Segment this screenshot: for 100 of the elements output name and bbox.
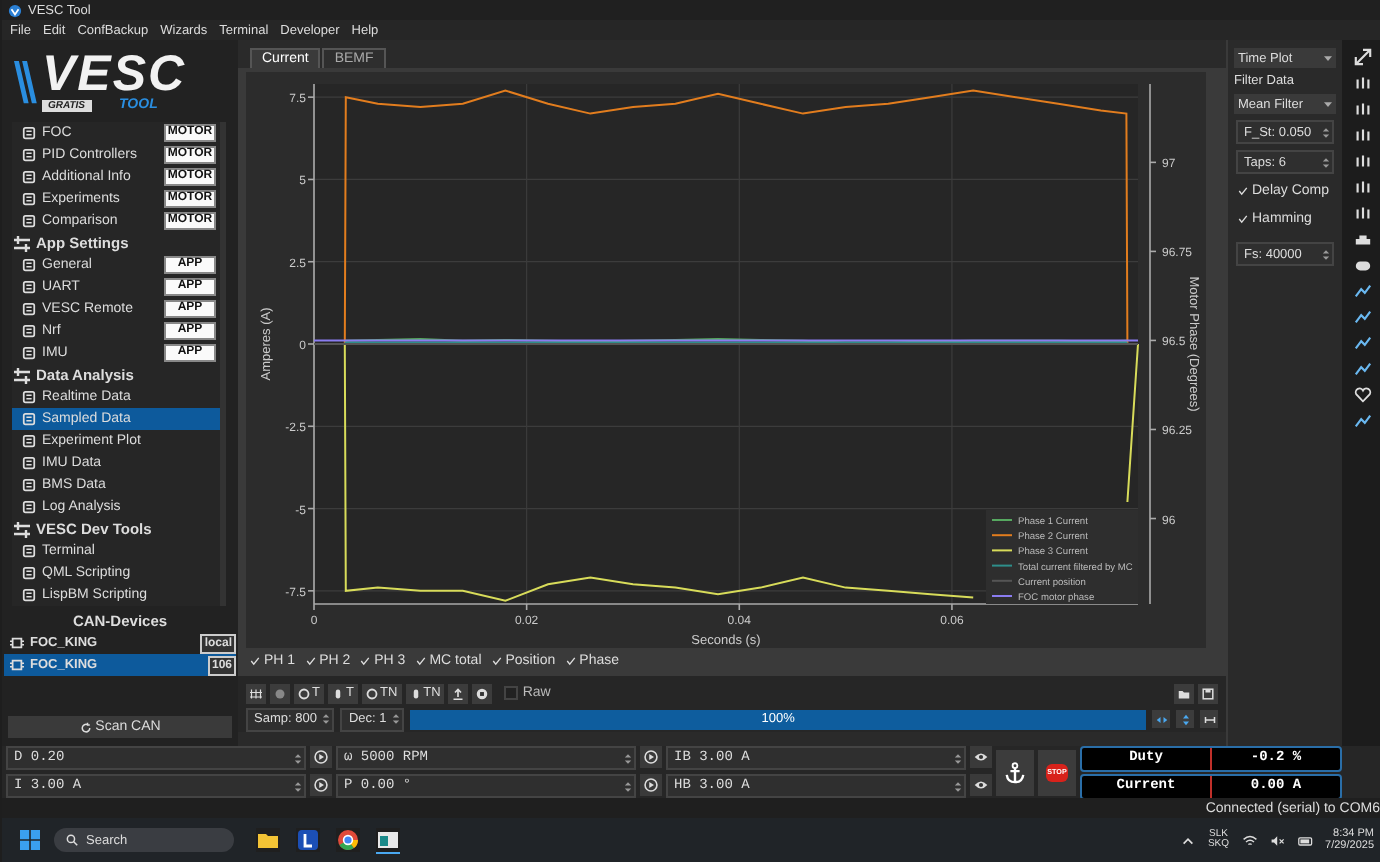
app-icon — [8, 3, 22, 17]
bars-icon[interactable] — [1353, 204, 1371, 222]
check-icon[interactable] — [305, 655, 316, 665]
check-icon[interactable] — [491, 655, 502, 665]
page-icon — [22, 170, 36, 184]
play-icon — [644, 750, 658, 764]
play-icon — [314, 750, 328, 764]
refresh-icon — [79, 721, 92, 733]
page-icon — [22, 302, 36, 316]
battery-icon[interactable] — [1297, 833, 1314, 847]
capsule-icon — [331, 687, 344, 699]
heart-icon[interactable] — [1353, 386, 1371, 404]
anchor-button[interactable] — [996, 749, 1034, 795]
open-button[interactable] — [1174, 683, 1194, 703]
page-icon — [22, 566, 36, 580]
bars-icon[interactable] — [1353, 178, 1371, 196]
logo-wordmark: VESC — [42, 49, 187, 97]
dot-icon — [274, 687, 286, 699]
page-icon — [22, 258, 36, 272]
upload-icon — [452, 687, 465, 699]
grid-button[interactable] — [246, 683, 266, 703]
spinner-arrows-icon[interactable] — [1322, 247, 1330, 261]
page-icon — [22, 126, 36, 140]
spinner-arrows-icon[interactable] — [294, 779, 302, 793]
save-icon — [1202, 687, 1214, 699]
page-icon — [22, 478, 36, 492]
play-button[interactable] — [640, 746, 662, 768]
page-icon — [22, 148, 36, 162]
chip-icon — [10, 636, 24, 650]
bars-icon[interactable] — [1353, 126, 1371, 144]
play-button[interactable] — [640, 774, 662, 796]
page-icon — [22, 324, 36, 338]
check-icon[interactable] — [565, 655, 576, 665]
eye-icon — [974, 778, 988, 792]
spinner-arrows-icon[interactable] — [954, 779, 962, 793]
page-icon — [22, 214, 36, 228]
eye-button[interactable] — [970, 774, 992, 796]
page-icon — [22, 412, 36, 426]
chip-icon — [10, 658, 24, 672]
spinner-arrows-icon[interactable] — [954, 751, 962, 765]
wifi-icon[interactable] — [1241, 833, 1258, 847]
bars-icon[interactable] — [1353, 100, 1371, 118]
folder-icon[interactable] — [256, 828, 280, 852]
bars-icon[interactable] — [1353, 152, 1371, 170]
spinner-arrows-icon[interactable] — [624, 779, 632, 793]
spinner-arrows-icon[interactable] — [392, 712, 401, 726]
start-icon[interactable] — [18, 828, 42, 852]
spinner-arrows-icon[interactable] — [294, 751, 302, 765]
upload-button[interactable] — [448, 683, 469, 703]
bars-icon[interactable] — [1353, 74, 1371, 92]
ring-icon — [298, 687, 310, 699]
check-icon[interactable] — [1238, 214, 1248, 224]
section-icon — [14, 367, 30, 383]
page-icon — [22, 434, 36, 448]
section-icon — [14, 521, 30, 537]
spinner-arrows-icon[interactable] — [1322, 125, 1330, 139]
page-icon — [22, 588, 36, 602]
play-button[interactable] — [310, 746, 332, 768]
eye-button[interactable] — [970, 746, 992, 768]
stripes-icon — [14, 57, 40, 105]
chart-icon[interactable] — [1353, 412, 1371, 430]
page-icon — [22, 346, 36, 360]
caret-icon[interactable] — [1324, 101, 1332, 107]
app-icon[interactable] — [296, 828, 320, 852]
muted-speaker-icon[interactable] — [1269, 833, 1286, 847]
check-icon[interactable] — [415, 655, 426, 665]
page-icon — [22, 500, 36, 514]
fit-width-icon — [1203, 713, 1215, 725]
browser-icon[interactable] — [336, 828, 360, 852]
fit-button[interactable] — [1200, 710, 1218, 728]
vertical-arrows-icon — [1179, 713, 1191, 725]
folder-icon — [1178, 687, 1190, 699]
eye-icon — [974, 750, 988, 764]
section-icon — [14, 235, 30, 251]
caret-icon[interactable] — [1324, 55, 1332, 61]
play-icon — [644, 778, 658, 792]
check-icon[interactable] — [1238, 186, 1248, 196]
record-button[interactable] — [270, 683, 290, 703]
window-icon[interactable] — [376, 827, 400, 853]
ring-icon — [365, 687, 378, 699]
play-button[interactable] — [310, 774, 332, 796]
stop-icon — [476, 687, 489, 699]
expand-icon[interactable] — [1353, 48, 1371, 66]
stop-sampling-button[interactable] — [472, 683, 493, 703]
zoom-vertical-button[interactable] — [1176, 710, 1194, 728]
anchor-icon — [1004, 761, 1026, 783]
search-icon — [66, 834, 78, 846]
spinner-arrows-icon[interactable] — [624, 751, 632, 765]
check-icon[interactable] — [250, 655, 260, 665]
page-icon — [22, 456, 36, 470]
page-icon — [22, 390, 36, 404]
play-icon — [314, 778, 328, 792]
check-icon[interactable] — [360, 655, 371, 665]
spinner-arrows-icon[interactable] — [322, 712, 331, 726]
zoom-horizontal-button[interactable] — [1152, 710, 1170, 728]
spinner-arrows-icon[interactable] — [1322, 155, 1330, 169]
caret-icon[interactable] — [1179, 833, 1196, 847]
save-button[interactable] — [1198, 683, 1218, 703]
capsule-icon — [409, 687, 422, 699]
checkbox[interactable] — [504, 686, 519, 700]
